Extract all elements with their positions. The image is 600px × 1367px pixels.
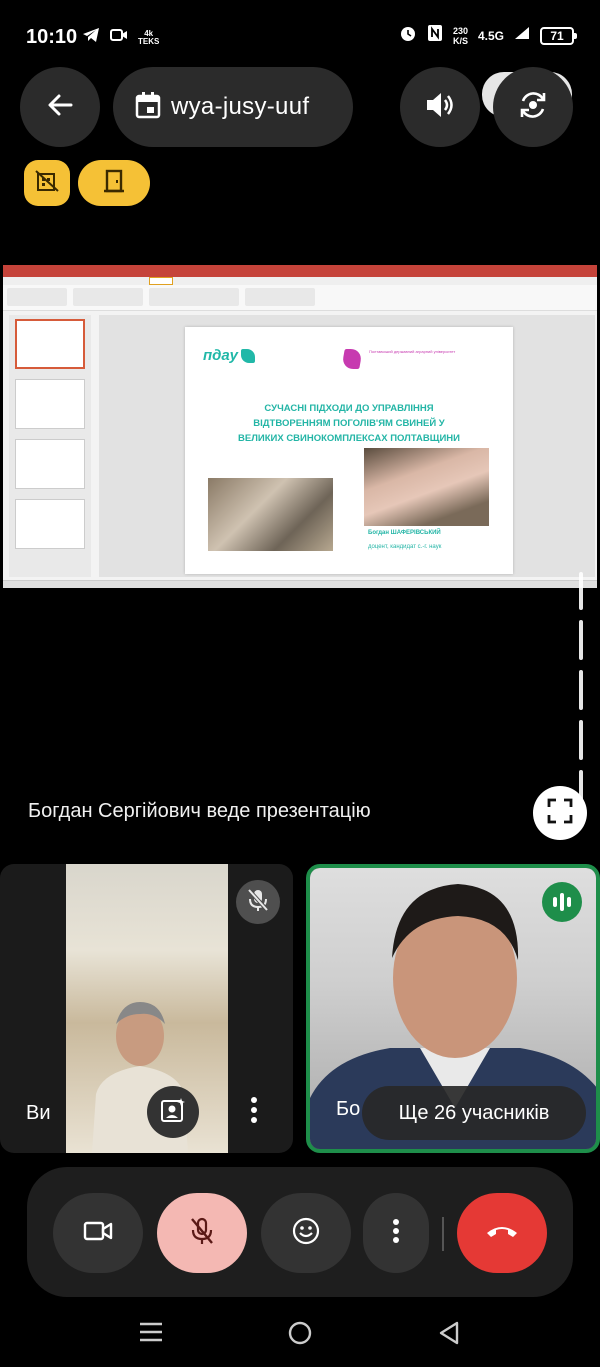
- logo-left: пдау: [203, 347, 255, 364]
- self-video-tile[interactable]: Ви: [0, 864, 293, 1153]
- self-name-label: Ви: [26, 1102, 51, 1124]
- microphone-toggle-button[interactable]: [157, 1193, 247, 1273]
- recents-button[interactable]: [138, 1320, 164, 1349]
- meeting-code: wya-jusy-uuf: [171, 93, 310, 120]
- more-vert-icon: [250, 1096, 258, 1129]
- app-title-bar: [3, 265, 597, 277]
- home-icon: [287, 1320, 313, 1351]
- end-call-button[interactable]: [457, 1193, 547, 1273]
- telegram-icon: [82, 27, 100, 48]
- app-status-bar: [3, 580, 597, 588]
- video-call-icon: [110, 28, 128, 47]
- network-type: 4.5G: [477, 28, 504, 43]
- self-more-options-button[interactable]: [240, 1092, 268, 1132]
- battery-icon: 71: [540, 26, 577, 45]
- fullscreen-button[interactable]: [533, 786, 587, 840]
- alarm-icon: [399, 24, 417, 47]
- slide-author-role: доцент, кандидат с.-г. наук: [368, 544, 442, 550]
- slide-author: Богдан ШАФЕРІВСЬКИЙ: [368, 530, 441, 536]
- slide-photo-piglets: [208, 478, 333, 551]
- university-name: Полтавський державний аграрний університ…: [369, 349, 456, 354]
- status-small-text: 4k TEKS: [138, 28, 160, 46]
- flip-camera-icon: [516, 88, 550, 127]
- calendar-icon: [135, 91, 161, 124]
- speaker-name-label: Бо: [336, 1098, 361, 1120]
- more-vert-icon: [392, 1218, 400, 1249]
- status-bar: 10:10 4k TEKS 230 K/S 4.5G 71: [0, 0, 600, 70]
- net-rate-value: 230: [452, 25, 468, 36]
- app-ribbon: [3, 277, 597, 311]
- speaking-indicator: [542, 882, 582, 922]
- nfc-icon: [427, 24, 443, 47]
- camera-icon: [83, 1219, 113, 1248]
- status-time: 10:10: [26, 26, 78, 48]
- slide-photo-pigs: [364, 448, 489, 526]
- host-control-badge[interactable]: [24, 160, 70, 206]
- current-slide: пдау Полтавський державний аграрний унів…: [185, 327, 513, 574]
- mic-off-icon: [247, 888, 269, 917]
- effects-button[interactable]: [147, 1086, 199, 1138]
- back-icon: [437, 1320, 461, 1351]
- mic-off-icon: [189, 1216, 215, 1251]
- recents-icon: [138, 1320, 164, 1349]
- call-end-icon: [485, 1223, 519, 1244]
- more-participants-chip[interactable]: Ще 26 учасників: [362, 1086, 586, 1140]
- camera-toggle-button[interactable]: [53, 1193, 143, 1273]
- meeting-info-button[interactable]: wya-jusy-uuf: [113, 67, 353, 147]
- self-muted-indicator: [236, 880, 280, 924]
- audio-output-button[interactable]: [400, 67, 480, 147]
- portrait-effects-icon: [160, 1097, 186, 1128]
- controls-divider: [442, 1217, 444, 1251]
- battery-level: 71: [550, 28, 564, 43]
- no-building-icon: [34, 169, 60, 198]
- back-arrow-icon: [45, 90, 75, 125]
- slide-title: СУЧАСНІ ПІДХОДИ ДО УПРАВЛІННЯ ВІДТВОРЕНН…: [238, 403, 460, 444]
- emoji-icon: [292, 1217, 320, 1250]
- speaker-icon: [424, 90, 456, 125]
- signal-icon: [514, 26, 530, 45]
- more-options-button[interactable]: [363, 1193, 429, 1273]
- switch-camera-button[interactable]: [493, 67, 573, 147]
- door-icon: [103, 169, 125, 198]
- room-badge[interactable]: [78, 160, 150, 206]
- university-logo: [341, 349, 363, 369]
- call-controls-bar: [27, 1167, 573, 1297]
- home-button[interactable]: [287, 1320, 313, 1351]
- fullscreen-icon: [547, 798, 573, 829]
- system-nav-bar: [0, 1300, 600, 1367]
- reactions-button[interactable]: [261, 1193, 351, 1273]
- back-button[interactable]: [20, 67, 100, 147]
- scroll-indicator: [579, 572, 583, 820]
- system-back-button[interactable]: [437, 1320, 461, 1351]
- presenting-label: Богдан Сергійович веде презентацію: [28, 800, 371, 822]
- net-rate-unit: K/S: [452, 35, 468, 46]
- slide-thumbnails: [9, 315, 91, 577]
